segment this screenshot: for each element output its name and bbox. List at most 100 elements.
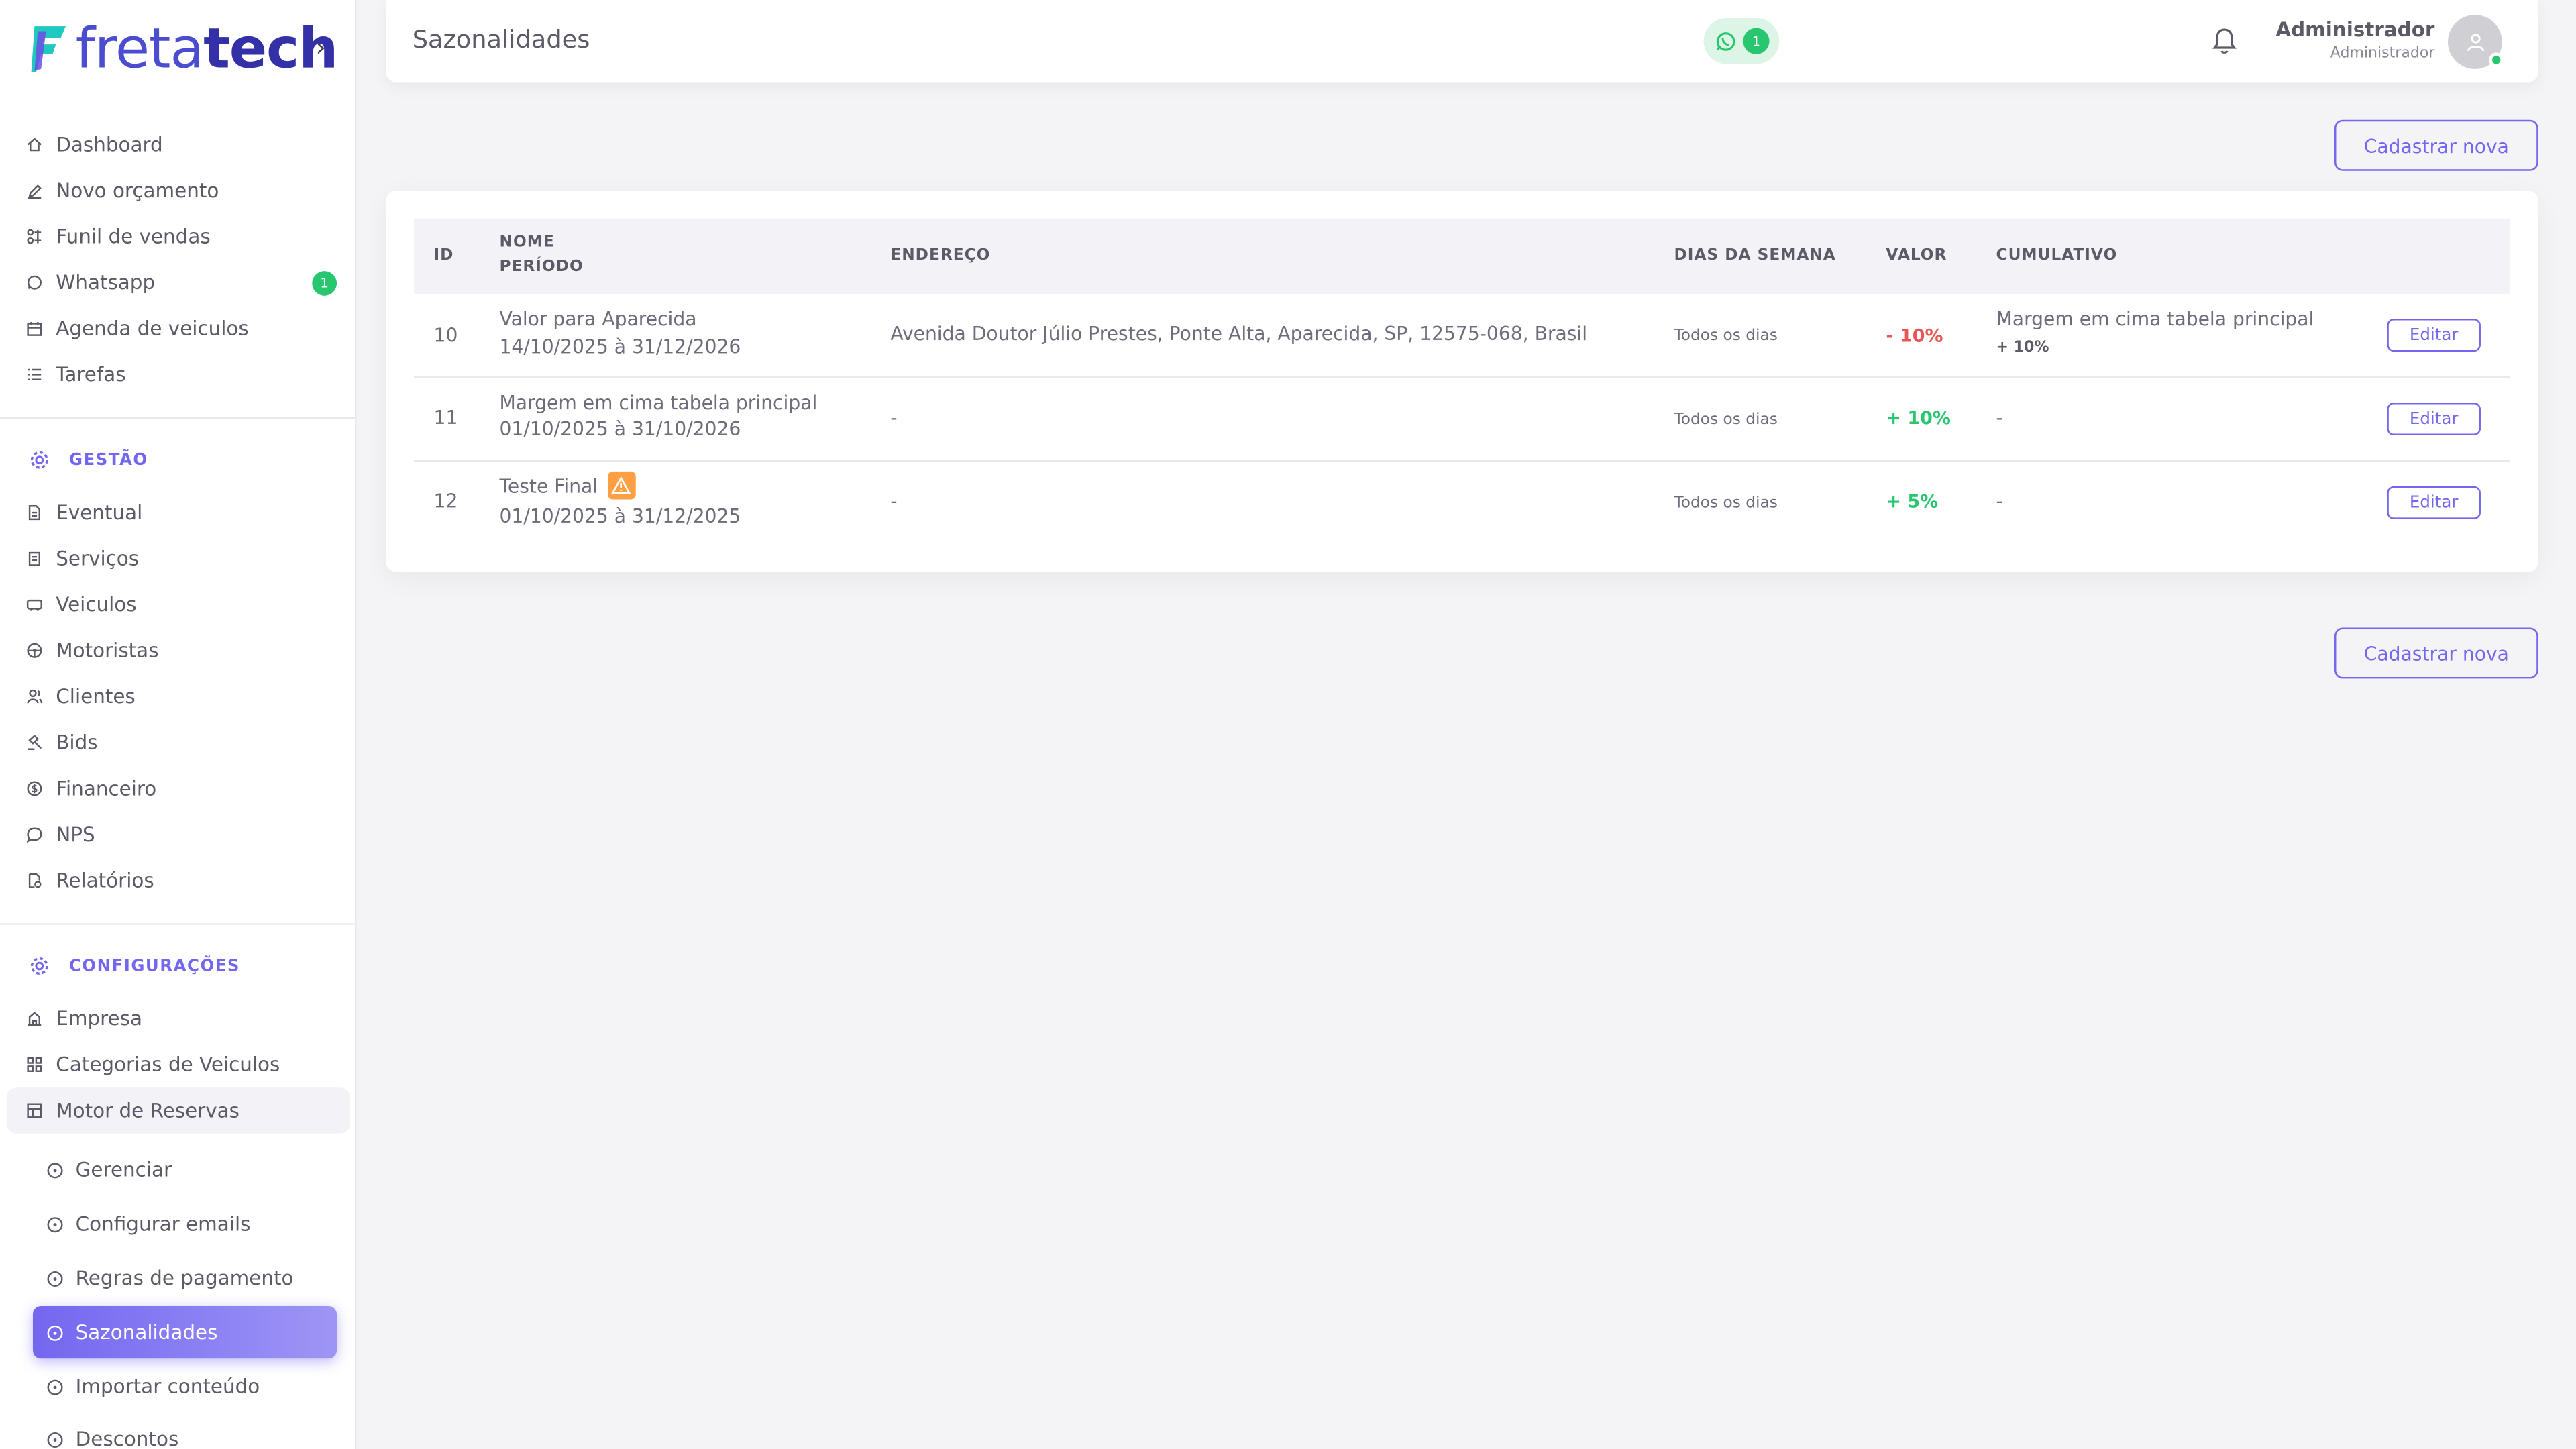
user-role: Administrador bbox=[2330, 46, 2435, 63]
cell-endereco: - bbox=[890, 489, 898, 513]
list-icon bbox=[26, 366, 42, 382]
sidebar-subitem-configurar-emails[interactable]: Configurar emails bbox=[33, 1197, 337, 1250]
cell-endereco: Avenida Doutor Júlio Prestes, Ponte Alta… bbox=[890, 322, 1588, 345]
cell-id: 11 bbox=[433, 405, 458, 429]
column-header-endereco: ENDEREÇO bbox=[890, 246, 991, 265]
edit-button[interactable]: Editar bbox=[2387, 486, 2481, 519]
sidebar-item-label: Motoristas bbox=[56, 639, 159, 662]
sidebar-item-dashboard[interactable]: Dashboard bbox=[7, 121, 350, 168]
cell-dias: Todos os dias bbox=[1674, 494, 1778, 513]
steering-wheel-icon bbox=[26, 643, 42, 659]
sidebar-item-agenda-de-veiculos[interactable]: Agenda de veiculos bbox=[7, 306, 350, 352]
sidebar-item-label: Serviços bbox=[56, 547, 140, 570]
sidebar-item-label: NPS bbox=[56, 822, 95, 847]
new-seasonality-button-bottom[interactable]: Cadastrar nova bbox=[2334, 627, 2538, 679]
section-header-configuracoes: CONFIGURAÇÕES bbox=[30, 956, 240, 975]
sidebar-subitem-label: Configurar emails bbox=[75, 1212, 251, 1236]
sidebar-item-label: Whatsapp bbox=[56, 271, 156, 294]
sidebar-item-categorias-de-veiculos[interactable]: Categorias de Veiculos bbox=[7, 1042, 350, 1088]
clipboard-icon bbox=[26, 550, 42, 566]
sidebar-divider bbox=[0, 417, 355, 419]
sidebar-item-novo-orcamento[interactable]: Novo orçamento bbox=[7, 168, 350, 214]
sidebar-item-funil-de-vendas[interactable]: Funil de vendas bbox=[7, 213, 350, 260]
sidebar-item-motoristas[interactable]: Motoristas bbox=[7, 628, 350, 674]
whatsapp-notification-button[interactable]: 1 bbox=[1703, 17, 1780, 64]
top-navbar: Sazonalidades 1 Administrador Administra… bbox=[386, 0, 2538, 83]
sidebar-subitem-regras-de-pagamento[interactable]: Regras de pagamento bbox=[33, 1252, 337, 1304]
sidebar-subitem-descontos[interactable]: Descontos bbox=[33, 1413, 337, 1449]
sidebar-item-label: Novo orçamento bbox=[56, 178, 219, 203]
column-header-periodo: PERÍODO bbox=[499, 258, 584, 276]
edit-button[interactable]: Editar bbox=[2387, 319, 2481, 352]
whatsapp-icon bbox=[1715, 30, 1737, 52]
column-header-nome: NOME bbox=[499, 233, 555, 252]
cell-cumulativo: - bbox=[1996, 405, 2003, 429]
sidebar-item-whatsapp[interactable]: Whatsapp 1 bbox=[7, 260, 350, 306]
circle-icon bbox=[46, 1324, 64, 1342]
sidebar-item-nps[interactable]: NPS bbox=[7, 812, 350, 858]
cell-cumulativo-value: + 10% bbox=[1996, 339, 2049, 357]
sidebar-item-label: Tarefas bbox=[56, 363, 126, 386]
bell-icon[interactable] bbox=[2211, 26, 2237, 56]
sidebar: fretatech › Dashboard Novo orçamento Fun… bbox=[0, 0, 357, 1449]
cell-id: 10 bbox=[433, 323, 458, 347]
edit-button[interactable]: Editar bbox=[2387, 402, 2481, 435]
sidebar-subitem-label: Gerenciar bbox=[75, 1158, 172, 1181]
cell-valor: + 5% bbox=[1886, 491, 1939, 513]
online-status-dot bbox=[2489, 52, 2504, 68]
table-row: 10 Valor para Aparecida 14/10/2025 à 31/… bbox=[414, 294, 2511, 378]
sidebar-subitem-label: Importar conteúdo bbox=[75, 1375, 260, 1399]
whatsapp-badge: 1 bbox=[312, 271, 337, 296]
sidebar-subitem-importar-conteudo[interactable]: Importar conteúdo bbox=[33, 1360, 337, 1413]
cell-periodo: 14/10/2025 à 31/12/2026 bbox=[499, 335, 741, 358]
sidebar-item-empresa[interactable]: Empresa bbox=[7, 996, 350, 1042]
sidebar-item-bids[interactable]: Bids bbox=[7, 720, 350, 766]
users-icon bbox=[26, 688, 43, 704]
sidebar-item-relatorios[interactable]: Relatórios bbox=[7, 857, 350, 904]
cell-nome: Margem em cima tabela principal bbox=[499, 390, 818, 415]
sidebar-item-label: Clientes bbox=[56, 685, 136, 708]
sidebar-item-veiculos[interactable]: Veiculos bbox=[7, 582, 350, 628]
sidebar-subitem-gerenciar[interactable]: Gerenciar bbox=[33, 1143, 337, 1195]
sidebar-subitem-label: Regras de pagamento bbox=[75, 1267, 294, 1290]
cell-valor: + 10% bbox=[1886, 407, 1951, 429]
report-icon bbox=[26, 872, 42, 888]
cell-dias: Todos os dias bbox=[1674, 327, 1778, 345]
sidebar-item-eventual[interactable]: Eventual bbox=[7, 490, 350, 536]
user-name: Administrador bbox=[2275, 17, 2435, 42]
edit-icon bbox=[26, 182, 42, 199]
sidebar-item-tarefas[interactable]: Tarefas bbox=[7, 352, 350, 398]
collapse-chevron-icon[interactable]: › bbox=[315, 32, 326, 63]
sidebar-item-clientes[interactable]: Clientes bbox=[7, 674, 350, 720]
sidebar-item-financeiro[interactable]: Financeiro bbox=[7, 765, 350, 812]
column-header-dias: DIAS DA SEMANA bbox=[1674, 246, 1836, 265]
gavel-icon bbox=[26, 734, 42, 751]
circle-icon bbox=[46, 1430, 64, 1448]
cell-periodo: 01/10/2025 à 31/12/2025 bbox=[499, 504, 741, 528]
sidebar-item-label: Agenda de veiculos bbox=[56, 317, 249, 340]
new-seasonality-button-top[interactable]: Cadastrar nova bbox=[2334, 119, 2538, 171]
table-icon bbox=[26, 1102, 42, 1118]
table-row: 12 Teste Final 01/10/2025 à 31/12/2025 -… bbox=[414, 462, 2510, 545]
sidebar-item-motor-de-reservas[interactable]: Motor de Reservas bbox=[6, 1087, 350, 1134]
cell-cumulativo: Margem em cima tabela principal bbox=[1996, 307, 2314, 331]
warning-icon bbox=[607, 471, 635, 500]
user-icon bbox=[2465, 32, 2485, 52]
circle-icon bbox=[46, 1215, 64, 1233]
cell-nome: Teste Final bbox=[499, 474, 598, 498]
cell-cumulativo: - bbox=[1996, 489, 2003, 513]
circle-icon bbox=[46, 1161, 64, 1179]
grid-icon bbox=[26, 1057, 42, 1073]
sidebar-subitem-sazonalidades[interactable]: Sazonalidades bbox=[32, 1305, 337, 1359]
brand-logo[interactable]: fretatech bbox=[30, 16, 339, 83]
sidebar-item-label: Categorias de Veiculos bbox=[56, 1053, 280, 1077]
cell-nome: Valor para Aparecida bbox=[499, 307, 697, 331]
logo-text: fretatech bbox=[75, 16, 339, 83]
cell-dias: Todos os dias bbox=[1674, 411, 1778, 429]
circle-icon bbox=[46, 1269, 64, 1287]
sidebar-item-label: Dashboard bbox=[56, 133, 163, 156]
column-header-cumulativo: CUMULATIVO bbox=[1996, 246, 2118, 265]
gear-icon bbox=[30, 450, 49, 470]
sidebar-item-servicos[interactable]: Serviços bbox=[7, 535, 350, 582]
cell-nome-wrap: Teste Final bbox=[499, 471, 635, 501]
